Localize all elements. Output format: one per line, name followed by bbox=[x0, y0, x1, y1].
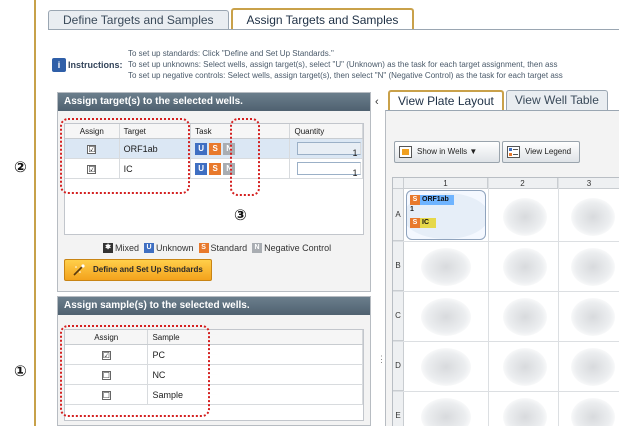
wand-icon bbox=[73, 264, 85, 276]
unknown-icon: U bbox=[144, 243, 155, 253]
tab-define-targets-samples[interactable]: Define Targets and Samples bbox=[48, 10, 229, 30]
tab-assign-targets-samples[interactable]: Assign Targets and Samples bbox=[230, 8, 415, 30]
view-legend-label: View Legend bbox=[525, 147, 572, 156]
row-header-d[interactable]: D bbox=[393, 341, 404, 391]
annotation-one: ① bbox=[14, 362, 27, 380]
legend-label: Standard bbox=[210, 243, 248, 253]
define-standards-button[interactable]: Define and Set Up Standards bbox=[64, 259, 212, 281]
instruction-line: To set up negative controls: Select well… bbox=[128, 71, 563, 80]
well-d3[interactable] bbox=[571, 348, 615, 386]
define-standards-label: Define and Set Up Standards bbox=[93, 265, 203, 274]
grid-corner bbox=[393, 178, 404, 189]
annotation-two: ② bbox=[14, 158, 27, 176]
show-in-wells-icon bbox=[399, 146, 412, 158]
column-header-1[interactable]: 1 bbox=[404, 178, 488, 189]
well-target-name: IC bbox=[422, 219, 429, 226]
tab-view-plate-layout[interactable]: View Plate Layout bbox=[388, 90, 504, 110]
well-c2[interactable] bbox=[503, 298, 547, 336]
well-target-tag: S IC bbox=[410, 218, 436, 228]
legend-icon bbox=[507, 146, 520, 158]
grid-line bbox=[393, 341, 619, 342]
column-header-quantity: Quantity bbox=[290, 124, 363, 138]
well-a2[interactable] bbox=[503, 198, 547, 236]
row-header-c[interactable]: C bbox=[393, 291, 404, 341]
well-quantity: 1 bbox=[410, 206, 414, 213]
mixed-icon: ✱ bbox=[103, 243, 113, 253]
view-legend-button[interactable]: View Legend bbox=[502, 141, 580, 163]
highlight-targets bbox=[60, 118, 190, 194]
negative-control-icon: N bbox=[252, 243, 263, 253]
quantity-input[interactable]: 1 bbox=[297, 142, 362, 158]
well-target-name: ORF1ab bbox=[422, 196, 449, 203]
task-legend: ✱ Mixed U Unknown S Standard N Negative Cont… bbox=[98, 243, 331, 253]
plate-layout-panel: Show in Wells ▼ View Legend 1 2 3 A B C … bbox=[385, 110, 619, 426]
well-target-tag: S ORF1ab bbox=[410, 195, 454, 205]
task-unknown-button[interactable]: U bbox=[195, 163, 208, 175]
well-b2[interactable] bbox=[503, 248, 547, 286]
right-tab-bar: View Plate Layout View Well Table bbox=[388, 90, 610, 110]
grid-line bbox=[558, 178, 559, 426]
grid-line bbox=[393, 241, 619, 242]
standard-icon: S bbox=[410, 195, 420, 205]
instruction-line: To set up unknowns: Select wells, assign… bbox=[128, 60, 558, 69]
instruction-line: To set up standards: Click "Define and S… bbox=[128, 49, 334, 58]
well-c3[interactable] bbox=[571, 298, 615, 336]
annotation-three: ③ bbox=[234, 206, 247, 224]
well-e2[interactable] bbox=[503, 398, 547, 426]
instructions-block: i Instructions: To set up standards: Cli… bbox=[52, 48, 619, 88]
standard-icon: S bbox=[410, 218, 420, 228]
column-header-3[interactable]: 3 bbox=[558, 178, 619, 189]
top-tab-bar: Define Targets and Samples Assign Target… bbox=[48, 8, 416, 30]
row-header-b[interactable]: B bbox=[393, 241, 404, 291]
row-header-e[interactable]: E bbox=[393, 391, 404, 426]
well-c1[interactable] bbox=[421, 298, 471, 336]
well-d2[interactable] bbox=[503, 348, 547, 386]
task-unknown-button[interactable]: U bbox=[195, 143, 208, 155]
column-header-2[interactable]: 2 bbox=[488, 178, 558, 189]
instructions-label: Instructions: bbox=[68, 60, 123, 70]
task-standard-button[interactable]: S bbox=[209, 143, 222, 155]
highlight-samples bbox=[60, 325, 210, 417]
quantity-cell: 1 bbox=[290, 159, 363, 178]
well-b1[interactable] bbox=[421, 248, 471, 286]
tab-view-well-table[interactable]: View Well Table bbox=[505, 90, 608, 110]
assign-targets-title: Assign target(s) to the selected wells. bbox=[58, 93, 370, 111]
legend-label: Negative Control bbox=[264, 243, 332, 253]
grid-line bbox=[488, 178, 489, 426]
tab-underline bbox=[48, 29, 619, 30]
show-in-wells-label: Show in Wells ▼ bbox=[417, 147, 478, 156]
window-frame-border bbox=[34, 0, 36, 426]
grid-line bbox=[393, 291, 619, 292]
well-a1[interactable]: S ORF1ab 1 S IC bbox=[406, 190, 486, 240]
quantity-cell: 1 bbox=[290, 139, 363, 158]
well-a3[interactable] bbox=[571, 198, 615, 236]
quantity-input[interactable]: 1 bbox=[297, 162, 362, 178]
info-icon: i bbox=[52, 58, 66, 72]
well-e1[interactable] bbox=[421, 398, 471, 426]
well-d1[interactable] bbox=[421, 348, 471, 386]
standard-icon: S bbox=[198, 243, 209, 253]
task-standard-button[interactable]: S bbox=[209, 163, 222, 175]
collapse-panel-icon[interactable]: ‹ bbox=[375, 96, 379, 108]
show-in-wells-button[interactable]: Show in Wells ▼ bbox=[394, 141, 500, 163]
instructions-text: To set up standards: Click "Define and S… bbox=[128, 48, 619, 81]
legend-label: Unknown bbox=[156, 243, 194, 253]
legend-label: Mixed bbox=[115, 243, 140, 253]
assign-samples-title: Assign sample(s) to the selected wells. bbox=[58, 297, 370, 315]
plate-grid: 1 2 3 A B C D E S ORF1ab 1 S IC bbox=[392, 177, 619, 426]
grid-line bbox=[393, 391, 619, 392]
highlight-standard-task bbox=[230, 118, 260, 196]
well-e3[interactable] bbox=[571, 398, 615, 426]
well-b3[interactable] bbox=[571, 248, 615, 286]
row-header-a[interactable]: A bbox=[393, 189, 404, 241]
